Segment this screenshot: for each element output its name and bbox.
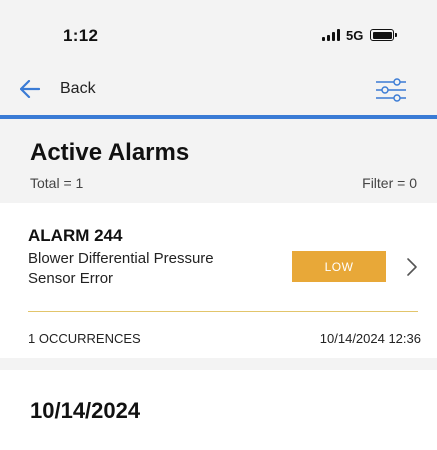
- date-section: 10/14/2024: [0, 358, 437, 450]
- nav-bar: Back: [0, 66, 437, 115]
- alarm-card[interactable]: ALARM 244 Blower Differential Pressure S…: [0, 203, 437, 358]
- severity-badge: LOW: [292, 251, 386, 282]
- alarms-header: Active Alarms Total = 1 Filter = 0: [0, 119, 437, 201]
- network-type: 5G: [346, 27, 364, 43]
- total-count: Total = 1: [30, 175, 84, 191]
- battery-icon: [370, 29, 398, 41]
- signal-icon: [322, 29, 340, 41]
- page-title: Active Alarms: [30, 139, 190, 166]
- arrow-left-icon: [20, 80, 40, 98]
- date-heading: 10/14/2024: [30, 398, 141, 423]
- card-divider: [28, 311, 418, 312]
- alarm-timestamp: 10/14/2024 12:36: [319, 331, 421, 346]
- alarm-code: ALARM 244: [28, 226, 123, 245]
- status-bar: 1:12 5G: [0, 0, 437, 66]
- date-card: 10/14/2024: [0, 370, 437, 450]
- occurrence-count: 1 OCCURRENCES: [28, 331, 141, 346]
- alarm-description: Blower Differential Pressure Sensor Erro…: [28, 250, 214, 287]
- filter-count: Filter = 0: [362, 175, 417, 191]
- back-button[interactable]: Back: [20, 76, 96, 102]
- sliders-icon[interactable]: [374, 77, 408, 103]
- back-label: Back: [60, 80, 96, 97]
- status-indicators: 5G: [322, 27, 398, 43]
- chevron-right-icon[interactable]: [406, 257, 418, 277]
- status-time: 1:12: [63, 26, 99, 45]
